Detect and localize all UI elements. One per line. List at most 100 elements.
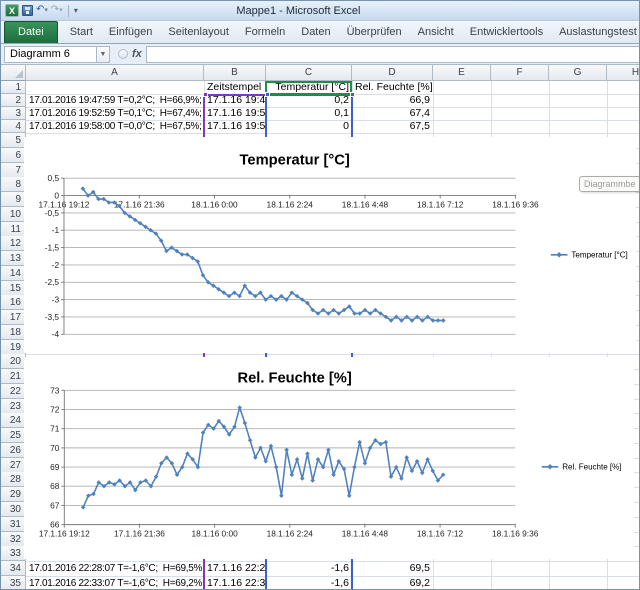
cell-b34[interactable]: 17.1.16 22:28 [204,561,266,576]
column-header-g[interactable]: G [549,65,607,81]
ribbon-tab-auslastungstest[interactable]: Auslastungstest [551,22,639,43]
chart-rel-feuchte-svg[interactable]: 737271706968676617.1.16 19:1217.1.16 21:… [24,357,630,555]
svg-text:-3,5: -3,5 [45,312,60,322]
range-fill-handle[interactable] [350,92,355,97]
row-header-13[interactable]: 13 [1,251,26,266]
row-header-20[interactable]: 20 [1,354,26,369]
row-header-17[interactable]: 17 [1,310,26,325]
name-box-dropdown-icon[interactable]: ▼ [96,46,110,63]
name-box[interactable]: Diagramm 6 [4,46,96,63]
row-header-26[interactable]: 26 [1,443,26,458]
quick-access-toolbar: X ↶▾ ↷▾ ▾ [1,4,78,17]
select-all-corner[interactable] [1,65,26,81]
row-header-5[interactable]: 5 [1,133,26,148]
cell-a35[interactable]: 17.01.2016 22:33:07 T=-1,6°C; H=69,2%; [26,576,204,590]
ribbon-tab-seitenlayout[interactable]: Seitenlayout [160,22,237,43]
series-name-range-box [265,81,352,95]
svg-text:73: 73 [50,385,60,395]
ribbon-tab-berprfen[interactable]: Überprüfen [339,22,410,43]
ribbon-tab-start[interactable]: Start [62,22,101,43]
row-header-1[interactable]: 1 [1,81,26,94]
title-bar: X ↶▾ ↷▾ ▾ Mappe1 - Microsoft Excel [1,1,639,21]
ribbon-tab-formeln[interactable]: Formeln [237,22,293,43]
row-header-4[interactable]: 4 [1,120,26,133]
row-header-9[interactable]: 9 [1,192,26,207]
row-header-32[interactable]: 32 [1,532,26,547]
row-header-21[interactable]: 21 [1,369,26,384]
worksheet-area[interactable]: ABCDEFGH12345678910111213141516171819202… [1,65,639,590]
row-header-10[interactable]: 10 [1,207,26,222]
row-header-30[interactable]: 30 [1,502,26,517]
row-header-24[interactable]: 24 [1,413,26,428]
window-title: Mappe1 - Microsoft Excel [78,5,639,17]
cell-a2[interactable]: 17.01.2016 19:47:59 T=0,2°C; H=66,9%; [26,94,204,107]
range-fill-handle[interactable] [265,92,270,97]
ribbon-tab-entwicklertools[interactable]: Entwicklertools [462,22,551,43]
cancel-entry-icon[interactable] [118,49,128,59]
svg-text:-2: -2 [52,260,60,270]
cell-c35[interactable]: -1,6 [266,576,352,590]
ribbon-tab-daten[interactable]: Daten [293,22,338,43]
cell-a34[interactable]: 17.01.2016 22:28:07 T=-1,6°C; H=69,5%; [26,561,204,576]
row-header-33[interactable]: 33 [1,546,26,561]
ribbon-tab-einfgen[interactable]: Einfügen [101,22,160,43]
row-header-16[interactable]: 16 [1,295,26,310]
cell-c34[interactable]: -1,6 [266,561,352,576]
ribbon-tab-datei[interactable]: Datei [4,21,58,43]
chart-rel-feuchte[interactable]: 737271706968676617.1.16 19:1217.1.16 21:… [24,357,634,559]
ribbon-tab-ansicht[interactable]: Ansicht [410,22,462,43]
cell-a3[interactable]: 17.01.2016 19:52:59 T=0,1°C; H=67,4%; [26,107,204,120]
range-fill-handle[interactable] [203,92,208,97]
row-header-12[interactable]: 12 [1,236,26,251]
row-header-31[interactable]: 31 [1,517,26,532]
chart-temperatur-svg[interactable]: 0,50-0,5-1-1,5-2-2,5-3-3,5-417.1.16 19:1… [24,137,632,349]
row-header-22[interactable]: 22 [1,384,26,399]
cell-c3[interactable]: 0,1 [266,107,352,120]
row-header-7[interactable]: 7 [1,163,26,178]
cell-c4[interactable]: 0 [266,120,352,133]
row-header-27[interactable]: 27 [1,458,26,473]
column-header-e[interactable]: E [433,65,491,81]
row-header-3[interactable]: 3 [1,107,26,120]
redo-icon[interactable]: ↷▾ [51,4,63,17]
column-header-b[interactable]: B [204,65,266,81]
insert-function-icon[interactable]: fx [132,48,142,60]
row-header-35[interactable]: 35 [1,576,26,590]
column-header-d[interactable]: D [352,65,433,81]
column-header-a[interactable]: A [26,65,204,81]
cell-d2[interactable]: 66,9 [352,94,433,107]
cell-d34[interactable]: 69,5 [352,561,433,576]
row-header-8[interactable]: 8 [1,177,26,192]
row-header-11[interactable]: 11 [1,222,26,237]
cell-d1[interactable]: Rel. Feuchte [%] [352,81,433,94]
cell-b4[interactable]: 17.1.16 19:58 [204,120,266,133]
row-header-18[interactable]: 18 [1,325,26,340]
qat-separator [68,5,69,17]
column-header-f[interactable]: F [491,65,549,81]
row-header-15[interactable]: 15 [1,281,26,296]
row-header-23[interactable]: 23 [1,399,26,414]
cell-b3[interactable]: 17.1.16 19:52 [204,107,266,120]
column-header-h[interactable]: H [607,65,639,81]
cell-b35[interactable]: 17.1.16 22:33 [204,576,266,590]
svg-text:72: 72 [50,404,60,414]
excel-app-icon[interactable]: X [5,4,19,17]
row-header-25[interactable]: 25 [1,428,26,443]
row-header-14[interactable]: 14 [1,266,26,281]
chart-temperatur[interactable]: 0,50-0,5-1-1,5-2-2,5-3-3,5-417.1.16 19:1… [24,137,636,353]
undo-icon[interactable]: ↶▾ [36,4,48,17]
cell-b1[interactable]: Zeitstempel [204,81,266,94]
row-header-2[interactable]: 2 [1,94,26,107]
row-header-6[interactable]: 6 [1,148,26,163]
cell-a4[interactable]: 17.01.2016 19:58:00 T=0,0°C; H=67,5%; [26,120,204,133]
column-header-c[interactable]: C [266,65,352,81]
save-icon[interactable] [22,5,33,16]
row-header-28[interactable]: 28 [1,472,26,487]
formula-input[interactable] [146,46,639,63]
row-header-29[interactable]: 29 [1,487,26,502]
cell-d3[interactable]: 67,4 [352,107,433,120]
row-header-19[interactable]: 19 [1,340,26,355]
row-header-34[interactable]: 34 [1,561,26,576]
cell-d35[interactable]: 69,2 [352,576,433,590]
cell-d4[interactable]: 67,5 [352,120,433,133]
